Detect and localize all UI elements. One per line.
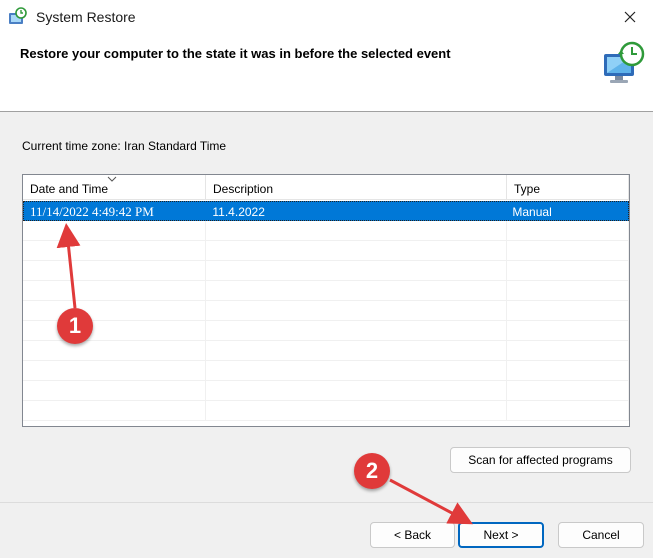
- empty-cell: [23, 361, 206, 380]
- empty-row: [23, 241, 629, 261]
- restore-points-list[interactable]: Date and Time Description Type 11/14/202…: [22, 174, 630, 427]
- page-heading: Restore your computer to the state it wa…: [20, 46, 451, 61]
- next-button[interactable]: Next >: [458, 522, 544, 548]
- empty-row: [23, 361, 629, 381]
- system-restore-app-icon: [9, 7, 27, 24]
- empty-cell: [206, 301, 507, 320]
- list-header: Date and Time Description Type: [23, 175, 629, 200]
- column-date-time-label: Date and Time: [30, 182, 109, 196]
- empty-row: [23, 381, 629, 401]
- wizard-header: Restore your computer to the state it wa…: [0, 34, 653, 112]
- column-date-time[interactable]: Date and Time: [23, 175, 206, 200]
- restore-point-row[interactable]: 11/14/2022 4:49:42 PM 11.4.2022 Manual: [23, 201, 629, 221]
- sort-descending-icon: [107, 176, 117, 182]
- empty-row: [23, 301, 629, 321]
- empty-cell: [23, 261, 206, 280]
- empty-row: [23, 261, 629, 281]
- empty-row: [23, 321, 629, 341]
- empty-cell: [507, 301, 629, 320]
- title-bar: System Restore: [0, 0, 653, 34]
- column-description-label: Description: [213, 182, 274, 196]
- empty-cell: [23, 381, 206, 400]
- empty-cell: [206, 341, 507, 360]
- empty-cell: [507, 221, 629, 240]
- empty-cell: [507, 341, 629, 360]
- row-description: 11.4.2022: [212, 205, 265, 219]
- empty-cell: [507, 241, 629, 260]
- footer-divider: [0, 502, 653, 503]
- empty-cell: [206, 221, 507, 240]
- empty-row: [23, 281, 629, 301]
- empty-cell: [206, 361, 507, 380]
- column-type[interactable]: Type: [507, 175, 629, 200]
- empty-cell: [206, 401, 507, 420]
- empty-cell: [206, 241, 507, 260]
- cancel-button[interactable]: Cancel: [558, 522, 644, 548]
- empty-cell: [507, 361, 629, 380]
- empty-cell: [507, 381, 629, 400]
- column-description[interactable]: Description: [206, 175, 507, 200]
- column-type-label: Type: [514, 182, 541, 196]
- empty-row: [23, 401, 629, 421]
- empty-cell: [507, 261, 629, 280]
- callout-step-2: 2: [354, 453, 390, 489]
- empty-cell: [206, 261, 507, 280]
- arrow-to-next-button: [389, 478, 473, 525]
- row-type: Manual: [512, 205, 552, 219]
- empty-cell: [23, 321, 206, 340]
- row-date-time: 11/14/2022 4:49:42 PM: [30, 204, 154, 219]
- empty-cell: [23, 221, 206, 240]
- empty-row: [23, 221, 629, 241]
- callout-step-1: 1: [57, 308, 93, 344]
- empty-cell: [206, 381, 507, 400]
- empty-cell: [206, 281, 507, 300]
- empty-cell: [23, 281, 206, 300]
- empty-cell: [23, 341, 206, 360]
- empty-cell: [507, 281, 629, 300]
- empty-cell: [23, 301, 206, 320]
- empty-row: [23, 341, 629, 361]
- empty-cell: [507, 401, 629, 420]
- close-icon: [624, 11, 636, 23]
- system-restore-hero-icon: [604, 41, 645, 83]
- window-title: System Restore: [36, 9, 136, 25]
- empty-cell: [23, 241, 206, 260]
- empty-cell: [507, 321, 629, 340]
- back-button[interactable]: < Back: [370, 522, 455, 548]
- close-button[interactable]: [607, 0, 653, 34]
- empty-cell: [206, 321, 507, 340]
- list-body: 11/14/2022 4:49:42 PM 11.4.2022 Manual: [23, 201, 629, 421]
- scan-affected-programs-button[interactable]: Scan for affected programs: [450, 447, 631, 473]
- empty-cell: [23, 401, 206, 420]
- timezone-label: Current time zone: Iran Standard Time: [22, 139, 227, 153]
